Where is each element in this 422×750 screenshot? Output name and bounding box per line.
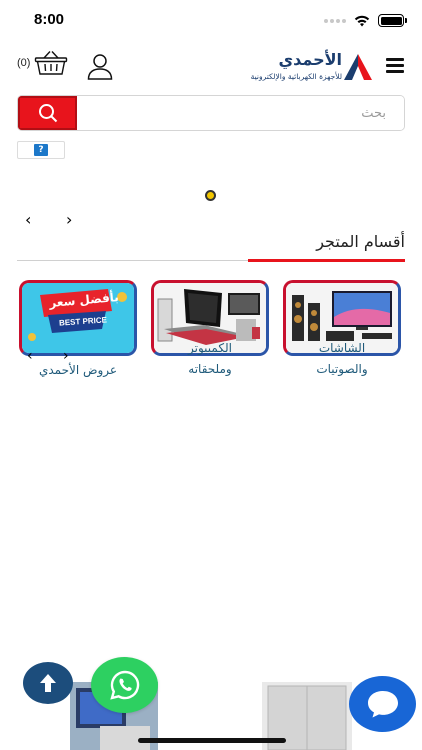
section-accent-line	[248, 259, 405, 262]
next-arrow[interactable]: ›	[66, 210, 72, 229]
logo-subtitle: للأجهزة الكهربائية والإلكترونية	[250, 72, 342, 81]
category-label-line2: والصوتيات	[316, 362, 368, 376]
status-bar: 8:00	[0, 0, 422, 42]
slider-indicator-dot[interactable]	[205, 190, 216, 201]
search-icon	[38, 104, 57, 123]
basket-icon	[35, 51, 68, 75]
home-indicator	[138, 738, 286, 743]
category-card-offers[interactable]: بأفضل سعر BEST PRICE ‹ › عروض الأحمدي	[19, 280, 137, 377]
signal-icon	[324, 18, 346, 23]
cart-count: (0)	[17, 57, 31, 69]
category-card-screens[interactable]: الشاشات والصوتيات	[283, 280, 401, 376]
section-title: أقسام المتجر	[316, 232, 405, 251]
whatsapp-icon	[109, 670, 139, 700]
status-time: 8:00	[34, 11, 65, 28]
prev-arrow[interactable]: ‹	[25, 210, 31, 229]
logo-title: الأحمدي	[278, 50, 342, 69]
broken-image-placeholder: ?	[17, 141, 65, 159]
battery-icon	[378, 14, 407, 27]
missing-image-icon: ?	[34, 144, 48, 156]
live-chat-button[interactable]	[349, 676, 416, 732]
category-card-computers[interactable]: الكمبيوتر وملحقاته	[151, 280, 269, 376]
category-label-line2: وملحقاته	[188, 362, 232, 376]
chat-bubble-icon	[367, 691, 398, 718]
search-button[interactable]	[18, 96, 77, 130]
hamburger-menu-icon[interactable]	[386, 58, 404, 73]
logo-mark-icon	[344, 54, 372, 80]
search-input[interactable]	[77, 96, 404, 130]
best-price-image: بأفضل سعر BEST PRICE	[19, 280, 137, 356]
arrow-up-icon	[40, 674, 56, 692]
app-header: (0) الأحمدي للأجهزة الكهربائية والإلكترو…	[0, 48, 422, 88]
user-icon[interactable]	[86, 52, 114, 80]
category-label-line1: الشاشات	[318, 341, 366, 355]
scroll-to-top-button[interactable]	[23, 662, 73, 704]
status-icons	[324, 14, 407, 27]
brand-logo[interactable]: الأحمدي للأجهزة الكهربائية والإلكترونية	[226, 50, 372, 86]
category-label-line1: عروض الأحمدي	[38, 363, 118, 377]
category-label-line1: الكمبيوتر	[188, 341, 232, 355]
search-bar	[17, 95, 405, 131]
cart-button[interactable]: (0)	[17, 50, 68, 76]
whatsapp-button[interactable]	[91, 657, 158, 713]
wifi-icon	[354, 15, 370, 26]
